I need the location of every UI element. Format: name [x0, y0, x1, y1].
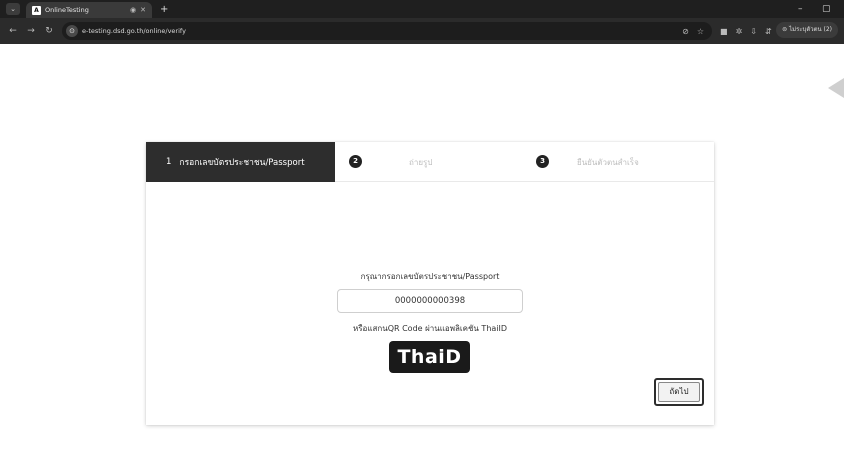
url-field[interactable]: ⊙ e-testing.dsd.go.th/online/verify ⊘ ☆ — [62, 22, 712, 40]
step-2-label: ถ่ายรูป — [409, 158, 433, 167]
reload-icon[interactable]: ↻ — [44, 26, 54, 36]
split-view-icon[interactable]: ⇵ — [765, 27, 772, 36]
id-number-input[interactable]: 0000000000398 — [337, 289, 523, 313]
downloads-icon[interactable]: ⇩ — [750, 27, 757, 36]
id-prompt-label: กรุณากรอกเลขบัตรประชาชน/Passport — [360, 272, 500, 281]
tab-audio-icon[interactable]: ◉ — [130, 6, 136, 14]
side-panel-arrow-icon[interactable] — [828, 78, 844, 98]
profile-button[interactable]: ⊜ ไม่ระบุตัวตน (2) — [776, 22, 838, 38]
step-1-number: 1 — [166, 157, 172, 167]
next-button[interactable]: ถัดไป — [654, 378, 704, 406]
tracking-protection-icon[interactable]: ⊘ — [682, 27, 689, 36]
thaid-logo[interactable]: ThaiD — [389, 341, 470, 373]
step-1-active: 1 กรอกเลขบัตรประชาชน/Passport — [146, 142, 335, 182]
step-1-label: กรอกเลขบัตรประชาชน/Passport — [179, 158, 305, 168]
stepper: 1 กรอกเลขบัตรประชาชน/Passport 2 ถ่ายรูป … — [146, 142, 714, 182]
tab-close-icon[interactable]: ✕ — [140, 6, 146, 14]
next-button-label: ถัดไป — [658, 382, 700, 402]
minimize-icon[interactable]: – — [798, 0, 803, 18]
back-icon[interactable]: ← — [8, 26, 18, 36]
tab-favicon-icon: A — [32, 5, 41, 15]
new-tab-button[interactable]: + — [160, 4, 168, 15]
step-3-number: 3 — [536, 155, 549, 168]
verify-card: 1 กรอกเลขบัตรประชาชน/Passport 2 ถ่ายรูป … — [146, 142, 714, 425]
profile-label: ไม่ระบุตัวตน (2) — [789, 26, 832, 33]
browser-address-bar: ← → ↻ ⊙ e-testing.dsd.go.th/online/verif… — [0, 18, 844, 44]
extension-puzzle-icon[interactable]: ✲ — [736, 27, 743, 36]
browser-tab-bar: ⌄ A OnlineTesting ◉ ✕ + – ▢ — [0, 0, 844, 18]
url-text: e-testing.dsd.go.th/online/verify — [82, 27, 186, 35]
tab-search-icon[interactable]: ⌄ — [6, 3, 20, 15]
qr-scan-text: หรือแสกนQR Code ผ่านแอพลิเคชัน ThaiID — [352, 324, 508, 333]
site-info-icon[interactable]: ⊙ — [66, 25, 78, 37]
bookmark-star-icon[interactable]: ☆ — [697, 27, 704, 36]
browser-tab[interactable]: A OnlineTesting ◉ ✕ — [26, 2, 152, 18]
forward-icon[interactable]: → — [26, 26, 36, 36]
extension-icon[interactable]: ■ — [720, 27, 728, 36]
step-3-label: ยืนยันตัวตนสำเร็จ — [577, 158, 639, 167]
maximize-icon[interactable]: ▢ — [822, 0, 831, 18]
step-2-number: 2 — [349, 155, 362, 168]
tab-title: OnlineTesting — [45, 6, 89, 14]
